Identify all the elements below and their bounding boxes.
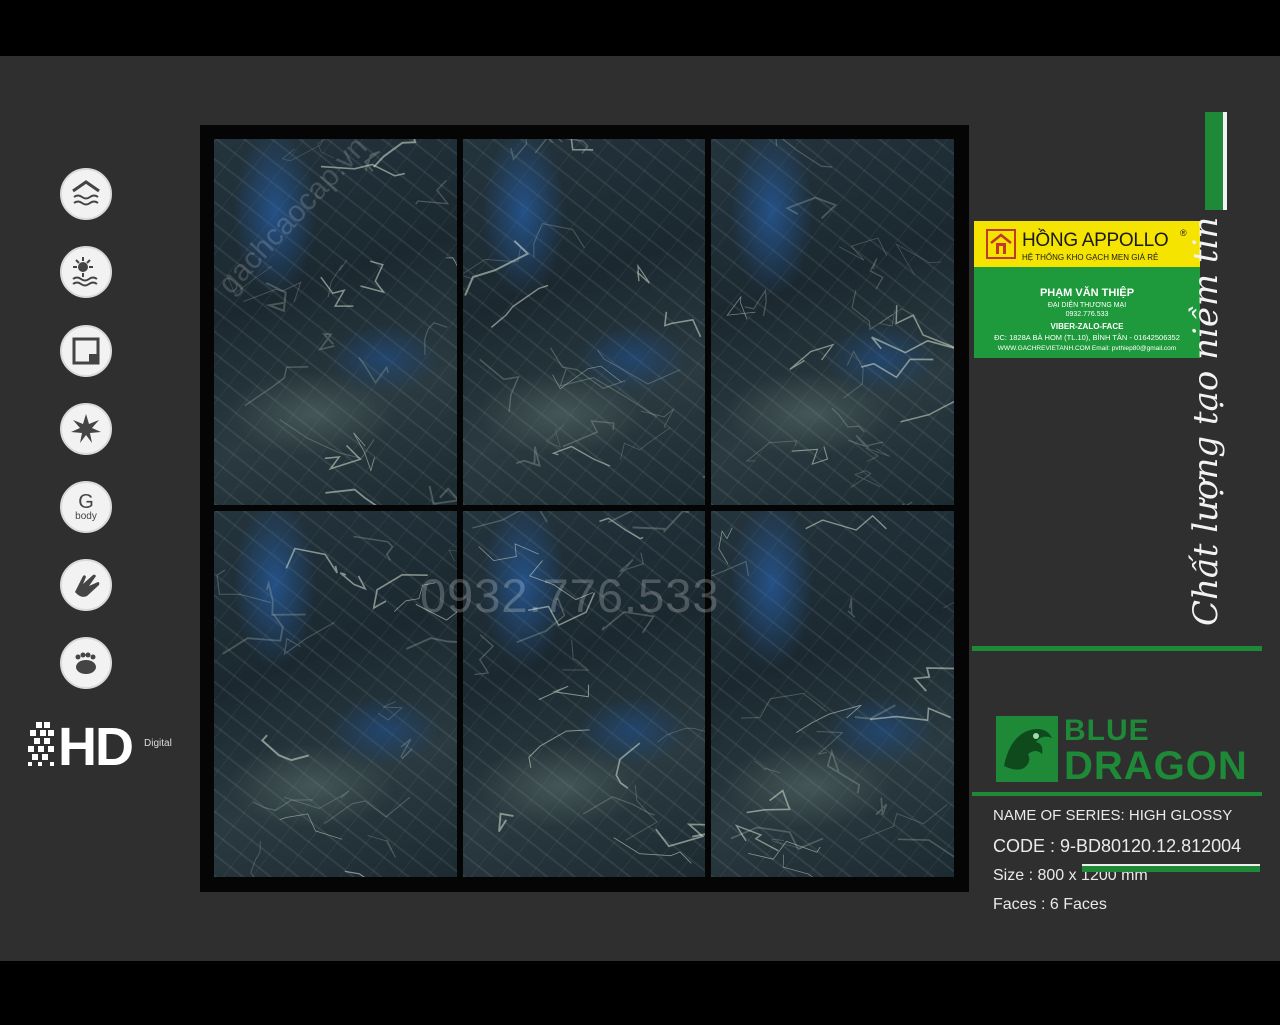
tile-3 — [711, 139, 954, 505]
hand-icon — [60, 559, 112, 611]
brand-rule-bottom — [972, 792, 1262, 796]
catalog-panel: G body HD Digital gachcaocap.vn 0932.776 — [0, 56, 1280, 961]
spec-rule — [1082, 864, 1260, 872]
brand-blue: BLUE — [1064, 714, 1150, 747]
card-rep-name: PHẠM VĂN THIỆP — [1039, 287, 1135, 299]
card-address: ĐC: 1828A BÀ HOM (TL.10), BÌNH TÂN - 016… — [994, 333, 1180, 342]
card-brand: HỒNG APPOLLO — [1022, 230, 1169, 251]
card-rep-role: ĐẠI DIỆN THƯƠNG MẠI — [1047, 302, 1127, 309]
g-body-icon: G body — [60, 481, 112, 533]
dragon-logo-icon — [996, 716, 1058, 782]
tile-4 — [214, 511, 457, 877]
hd-digital-logo: HD Digital — [26, 717, 176, 778]
card-rep-phone: 0932.776.533 — [1065, 311, 1109, 318]
tile-6 — [711, 511, 954, 877]
spec-faces: Faces : 6 Faces — [993, 896, 1107, 913]
g-body-letter: G — [78, 491, 94, 513]
g-body-caption: body — [75, 511, 97, 522]
tile-2 — [463, 139, 705, 505]
business-card: HỒNG APPOLLO ® HỆ THỐNG KHO GẠCH MEN GIÁ… — [974, 221, 1200, 358]
spec-code: CODE : 9-BD80120.12.812004 — [993, 836, 1242, 856]
house-logo-icon — [986, 229, 1016, 259]
hd-text: HD — [58, 717, 134, 777]
foot-icon — [60, 637, 112, 689]
phone-watermark: 0932.776.533 — [420, 569, 720, 622]
starburst-icon — [60, 403, 112, 455]
card-tagline: HỆ THỐNG KHO GẠCH MEN GIÁ RẺ — [1022, 253, 1159, 262]
sun-water-icon — [60, 246, 112, 298]
hd-sub: Digital — [144, 738, 172, 749]
slogan: Chất lượng tạo niềm tin — [1186, 216, 1226, 626]
wall-tile-icon — [60, 168, 112, 220]
brand-dragon: DRAGON — [1064, 744, 1248, 788]
brand-rule-top — [972, 646, 1262, 651]
green-accent-bar — [1205, 112, 1227, 210]
tile-5 — [463, 511, 705, 877]
square-tile-icon — [60, 325, 112, 377]
card-contact: VIBER-ZALO-FACE — [1050, 322, 1124, 331]
spec-series: NAME OF SERIES: HIGH GLOSSY — [993, 807, 1233, 824]
tile-board — [200, 125, 969, 892]
card-web: WWW.GACHREVIETANH.COM Email: pvthiep80@g… — [997, 345, 1177, 352]
